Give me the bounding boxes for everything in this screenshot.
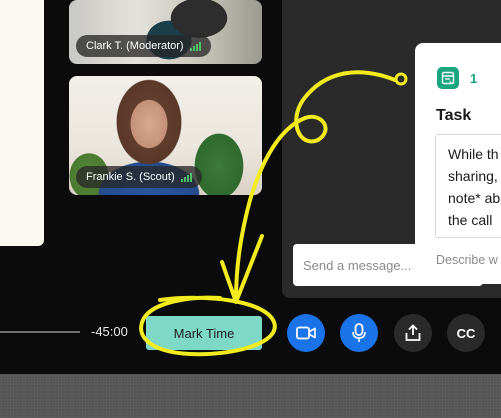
session-timer: -45:00	[91, 324, 128, 339]
annotation-arrowhead	[220, 234, 264, 304]
signal-strength-icon	[180, 172, 192, 182]
task-body-text[interactable]: While th sharing, note* ab the call	[435, 134, 501, 238]
task-body-line: While th	[448, 146, 499, 162]
participant-name: Frankie S. (Scout)	[86, 171, 175, 183]
microphone-icon	[352, 323, 366, 342]
shared-document-panel	[0, 0, 44, 246]
meeting-screen: Clark T. (Moderator) Frankie S. (Scout) …	[0, 0, 501, 418]
participant-tile-clark[interactable]: Clark T. (Moderator)	[69, 0, 262, 64]
task-card: 1 Task While th sharing, note* ab the ca…	[415, 43, 501, 284]
closed-captions-button[interactable]: CC	[447, 314, 485, 352]
session-progress-track	[0, 331, 80, 333]
task-note-icon	[437, 67, 459, 89]
camera-toggle-button[interactable]	[287, 314, 325, 352]
share-screen-button[interactable]	[394, 314, 432, 352]
participant-name: Clark T. (Moderator)	[86, 40, 184, 52]
participant-tile-frankie[interactable]: Frankie S. (Scout)	[69, 76, 262, 195]
participant-name-pill: Clark T. (Moderator)	[76, 35, 211, 57]
task-title: Task	[436, 107, 472, 124]
participant-name-pill: Frankie S. (Scout)	[76, 166, 202, 188]
task-count: 1	[470, 71, 478, 86]
task-description-input[interactable]: Describe w	[436, 253, 498, 267]
share-upload-icon	[405, 324, 421, 341]
chat-input-placeholder: Send a message...	[303, 257, 412, 273]
mark-time-button[interactable]: Mark Time	[146, 316, 262, 350]
task-body-line: sharing,	[448, 168, 498, 184]
bottom-surface	[0, 374, 501, 418]
task-body-line: note* ab	[448, 190, 501, 206]
video-camera-icon	[296, 326, 316, 340]
microphone-toggle-button[interactable]	[340, 314, 378, 352]
signal-strength-icon	[189, 41, 201, 51]
task-body-line: the call	[448, 212, 493, 228]
